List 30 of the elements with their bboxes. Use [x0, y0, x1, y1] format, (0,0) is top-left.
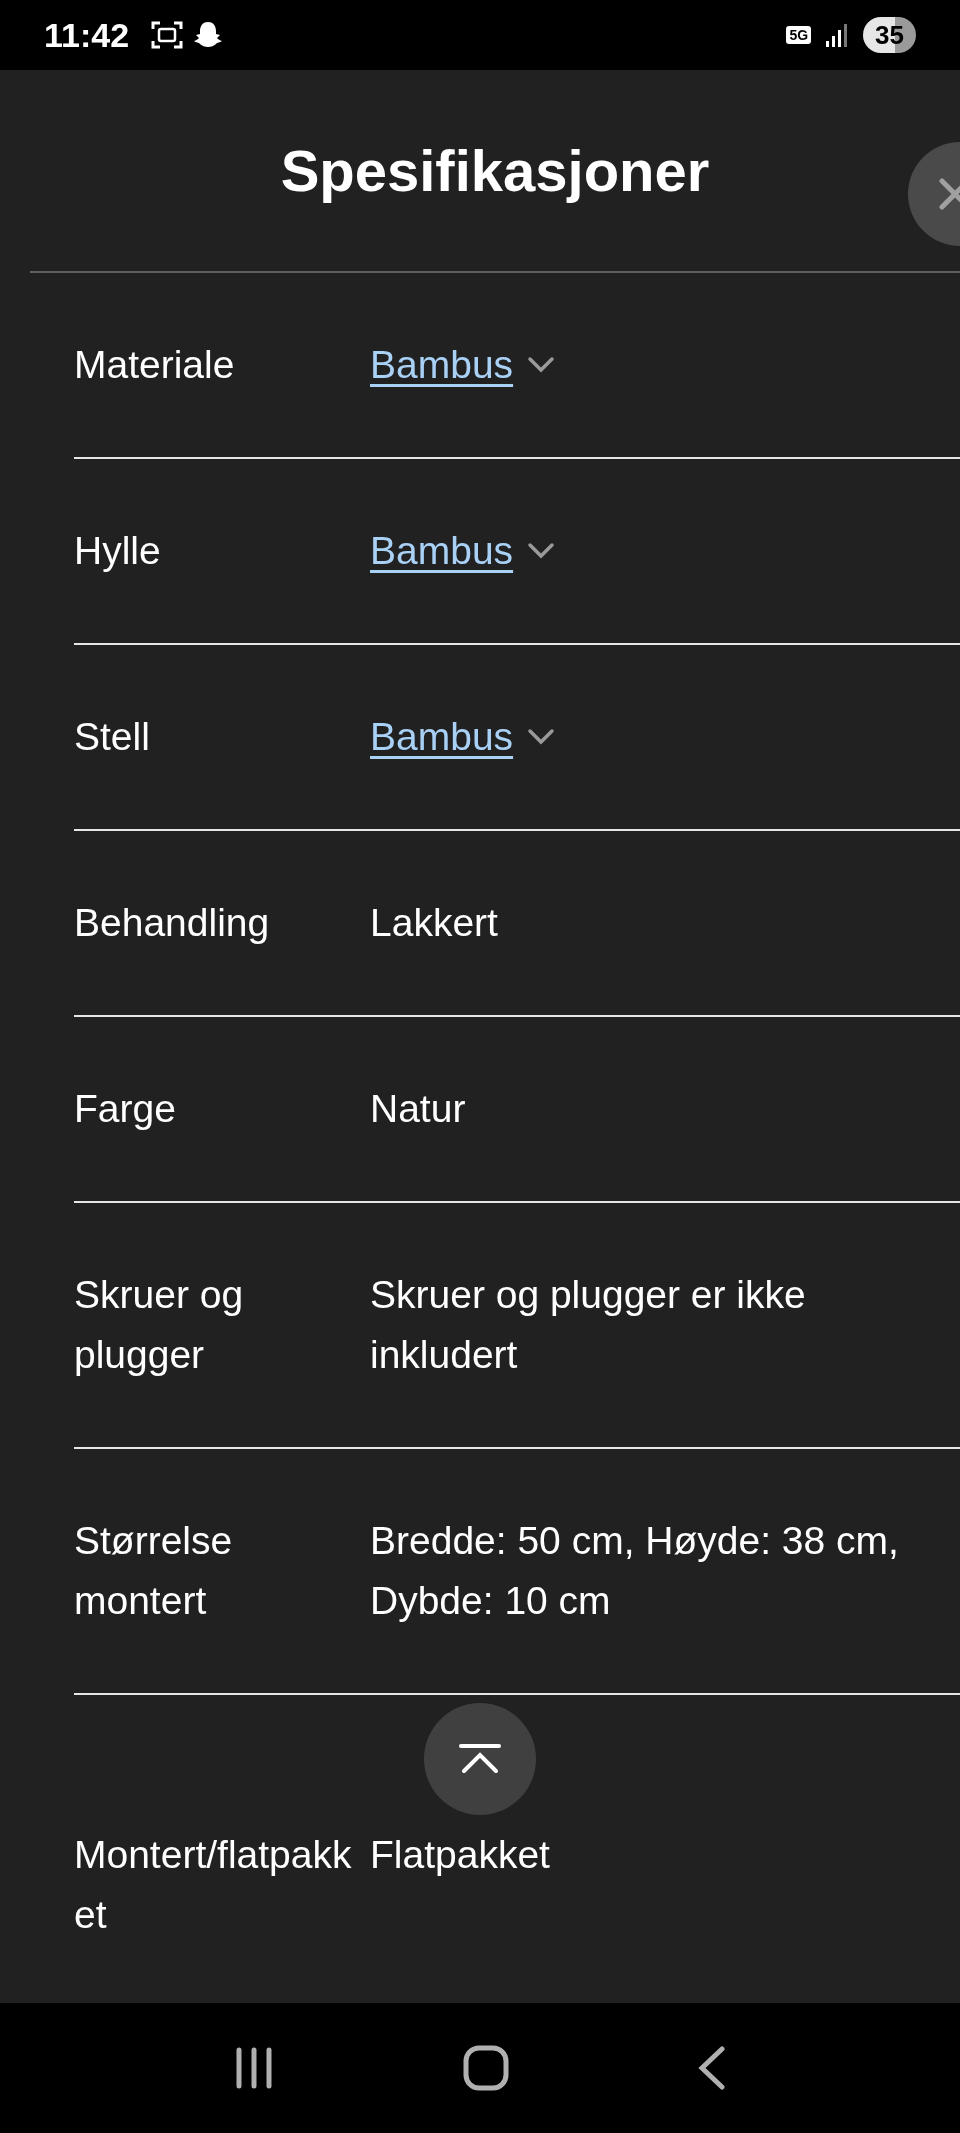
home-icon[interactable]: [463, 2045, 509, 2091]
spec-label: Stell: [74, 714, 151, 760]
spec-label: Størrelse montert: [74, 1518, 234, 1624]
back-icon[interactable]: [697, 2046, 726, 2090]
spec-label: Montert/flatpakket: [74, 1832, 353, 1938]
screenshot-icon: [151, 20, 184, 50]
spec-label: Farge: [74, 1086, 177, 1132]
battery-indicator: 35: [863, 17, 916, 53]
ghost-icon: [193, 20, 224, 50]
spec-value: Natur: [370, 1086, 467, 1132]
status-time: 11:42: [44, 14, 130, 56]
spec-link[interactable]: Bambus: [370, 521, 514, 581]
spec-value: Flatpakket: [370, 1832, 551, 1878]
spec-label: Materiale: [74, 342, 236, 388]
spec-link[interactable]: Bambus: [370, 335, 514, 395]
chevron-down-icon: [527, 542, 556, 560]
spec-label: Hylle: [74, 528, 162, 574]
spec-label: Behandling: [74, 900, 271, 946]
recent-apps-icon[interactable]: [234, 2047, 275, 2089]
network-badge: 5G: [786, 26, 812, 44]
spec-label: Skruer og plugger: [74, 1272, 245, 1378]
sheet-title: Spesifikasjoner: [280, 137, 710, 205]
chevron-down-icon: [527, 356, 556, 374]
spec-value: Skruer og plugger er ikke inkludert: [370, 1272, 807, 1378]
signal-icon: [825, 22, 850, 48]
spec-value: Bredde: 50 cm, Høyde: 38 cm, Dybde: 10 cm: [370, 1518, 900, 1624]
spec-value: Lakkert: [370, 900, 499, 946]
spec-link[interactable]: Bambus: [370, 707, 514, 767]
scroll-to-top-icon: [459, 1743, 501, 1775]
chevron-down-icon: [527, 728, 556, 746]
